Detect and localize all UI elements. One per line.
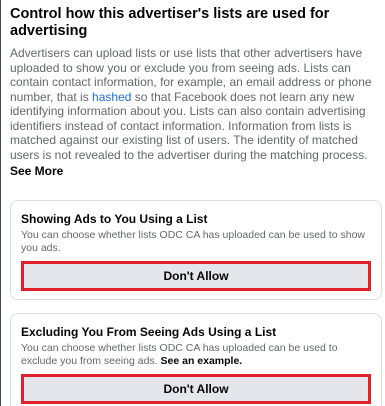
excluding-ads-card: Excluding You From Seeing Ads Using a Li… xyxy=(10,313,382,406)
see-example-link[interactable]: See an example. xyxy=(161,355,243,367)
description-text: Advertisers can upload lists or use list… xyxy=(10,46,382,162)
card-subtitle: You can choose whether lists ODC CA has … xyxy=(21,342,376,368)
ad-list-settings-panel: Control how this advertiser's lists are … xyxy=(0,0,385,406)
showing-ads-card: Showing Ads to You Using a List You can … xyxy=(10,200,382,300)
page-title: Control how this advertiser's lists are … xyxy=(10,6,330,39)
hashed-link[interactable]: hashed xyxy=(92,90,131,104)
dont-allow-excluding-button[interactable]: Don't Allow xyxy=(21,374,371,404)
dont-allow-showing-button[interactable]: Don't Allow xyxy=(21,261,371,291)
see-more-link[interactable]: See More xyxy=(10,164,63,179)
card-subtitle: You can choose whether lists ODC CA has … xyxy=(21,229,365,254)
card-title: Excluding You From Seeing Ads Using a Li… xyxy=(21,325,277,339)
card-title: Showing Ads to You Using a List xyxy=(21,212,208,226)
